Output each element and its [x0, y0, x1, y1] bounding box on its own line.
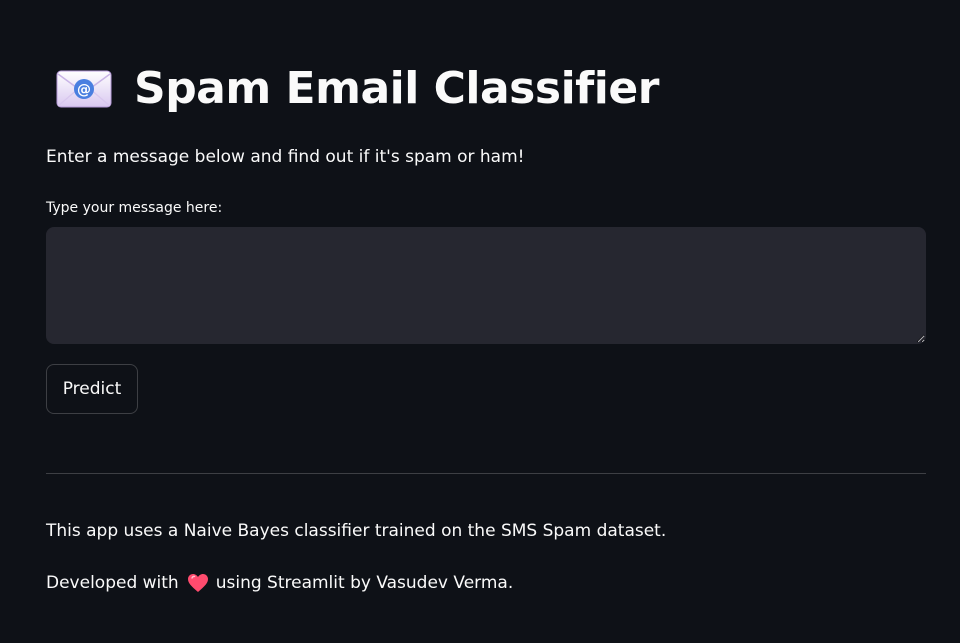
- predict-button[interactable]: Predict: [46, 364, 138, 414]
- app-description: This app uses a Naive Bayes classifier t…: [46, 521, 667, 541]
- developed-suffix: using Streamlit by Vasudev Verma.: [215, 573, 514, 593]
- message-input-label: Type your message here:: [46, 200, 223, 216]
- message-textarea[interactable]: [46, 227, 926, 344]
- page-title: Spam Email Classifier: [134, 63, 659, 114]
- divider: [46, 473, 926, 474]
- email-envelope-icon: @: [56, 69, 112, 109]
- title-row: @ Spam Email Classifier: [56, 60, 659, 118]
- developed-prefix: Developed with: [46, 573, 179, 593]
- svg-text:@: @: [77, 82, 91, 98]
- heart-icon: [187, 573, 209, 593]
- developer-credit: Developed with using Streamlit by Vasude…: [46, 571, 513, 595]
- intro-text: Enter a message below and find out if it…: [46, 147, 525, 167]
- app-main: @ Spam Email Classifier Enter a message …: [0, 0, 960, 643]
